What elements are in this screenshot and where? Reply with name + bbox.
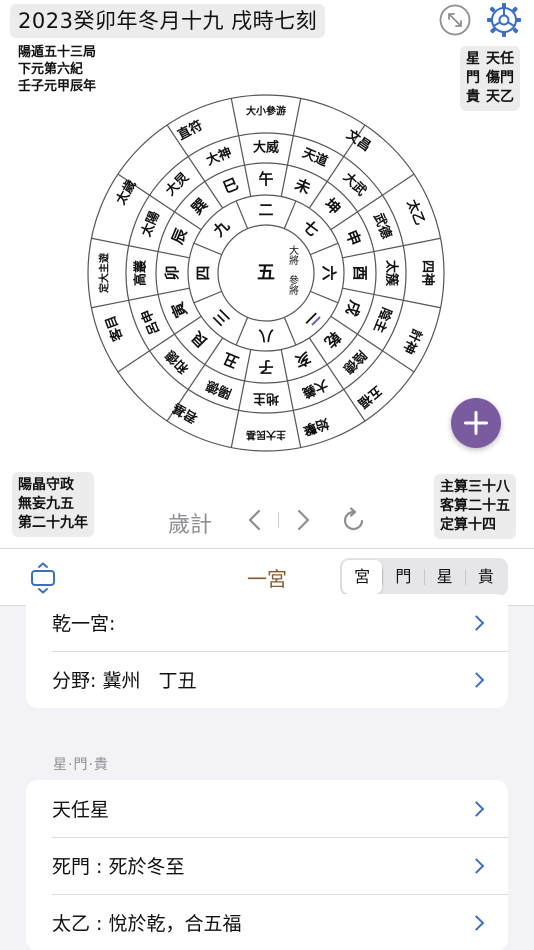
outer-spirit-label: 大小參游 — [246, 105, 286, 118]
spirit-label: 太簇 — [384, 259, 400, 287]
outer-spirit-label: 直符 — [175, 117, 205, 143]
list-item-label: 死門 : 死於冬至 — [52, 856, 185, 878]
branch-label: 未 — [291, 175, 314, 198]
branch-label: 乾 — [321, 328, 344, 351]
branch-label: 酉 — [351, 265, 369, 280]
center-number: 五 — [257, 263, 275, 284]
sector-divider — [193, 242, 222, 256]
center-general: 參將 — [287, 274, 299, 296]
outer-spirit-label: 客目 — [102, 313, 126, 343]
list-item[interactable]: 分野: 冀州 丁丑 — [26, 651, 508, 708]
palace-number: 四 — [194, 265, 212, 280]
outer-spirit-label: 五福 — [355, 382, 385, 411]
star-gate-noble-card: 天任星 死門 : 死於冬至 太乙 : 悅於乾，合五福 — [26, 780, 508, 950]
palace-number: 九 — [209, 217, 233, 241]
spirit-label: 天道 — [300, 145, 330, 170]
outer-spirit-label: 計神 — [400, 326, 425, 356]
branch-label: 巳 — [220, 175, 241, 197]
outer-spirit-label: 主大民基 — [245, 429, 286, 442]
reign-info-line: 無妄九五 — [18, 496, 74, 512]
spirit-label: 太陽 — [138, 209, 163, 240]
list-item[interactable]: 太乙 : 悅於乾，合五福 — [26, 894, 508, 950]
list-item[interactable]: 天任星 — [26, 780, 508, 837]
outer-spirit-label: 太歲 — [112, 177, 139, 208]
list-item[interactable]: 死門 : 死於冬至 — [26, 837, 508, 894]
segment-gate[interactable]: 門 — [383, 560, 423, 594]
calculation-info: 主算三十八 客算二十五 定算十四 — [434, 474, 516, 539]
reign-info: 陽晶守政 無妄九五 第二十九年 — [12, 472, 94, 537]
branch-label: 戌 — [342, 298, 364, 319]
branch-label: 艮 — [187, 327, 211, 351]
branch-label: 寅 — [168, 299, 190, 320]
branch-label: 丑 — [220, 349, 241, 371]
palace-number: 七 — [299, 217, 322, 240]
chart-panel: 2023癸卯年冬月十九 戌時七刻 陽遁五十三局 下元第六紀 壬子元甲辰年 星 門… — [0, 0, 534, 548]
segment-palace[interactable]: 宮 — [342, 560, 383, 594]
branch-label: 申 — [342, 227, 364, 248]
list-item-label: 分野: 冀州 丁丑 — [52, 670, 197, 692]
palace-card: 乾一宮: 分野: 冀州 丁丑 — [26, 594, 508, 708]
reign-info-line: 陽晶守政 — [18, 477, 74, 493]
calc-line: 客算二十五 — [440, 498, 510, 514]
spirit-label: 大威 — [253, 140, 279, 156]
sector-divider — [283, 200, 297, 229]
outer-spirit-label: 太乙 — [403, 197, 428, 228]
sector-divider — [235, 317, 249, 346]
palace-number: 三 — [210, 306, 233, 329]
sector-divider — [310, 290, 339, 304]
outer-spirit-label: 始擊 — [300, 415, 331, 439]
chevron-right-icon — [468, 671, 485, 688]
reign-info-line: 第二十九年 — [18, 515, 88, 531]
calc-line: 主算三十八 — [440, 479, 510, 495]
mode-label[interactable]: 歲計 — [168, 507, 212, 539]
outer-spirit-label: 定大主遊 — [98, 253, 111, 293]
section-header: 星·門·貴 — [53, 757, 109, 773]
branch-label: 午 — [258, 170, 273, 188]
center-general: 大將 — [287, 244, 299, 266]
resize-vertical-icon[interactable] — [28, 562, 58, 594]
segmented-control: 宮 門 星 貴 — [340, 558, 508, 596]
add-button[interactable] — [451, 398, 501, 448]
list-item-label: 太乙 : 悅於乾，合五福 — [52, 913, 242, 935]
spirit-label: 武德 — [370, 211, 395, 241]
chevron-left-icon[interactable] — [240, 505, 270, 535]
segment-noble[interactable]: 貴 — [466, 560, 506, 594]
branch-label: 巽 — [188, 195, 211, 218]
branch-label: 坤 — [321, 195, 344, 218]
list-item[interactable]: 乾一宮: — [26, 594, 508, 651]
palace-number: 八 — [258, 327, 275, 345]
sector-divider — [310, 242, 339, 256]
chevron-right-icon[interactable] — [288, 505, 318, 535]
outer-spirit-label: 四神 — [420, 260, 436, 286]
branch-label: 卯 — [163, 265, 181, 280]
palace-number: 六 — [320, 265, 338, 280]
chevron-right-icon — [468, 614, 485, 631]
palace-number: 一 — [299, 306, 322, 329]
spirit-label: 呂申 — [138, 307, 163, 337]
taiyi-chart-wheel[interactable]: 五大將參將二七六一八三四九午 未坤申酉戌乾亥子丑艮寅卯辰巽巳大威 天道大武武德太簇陰… — [0, 0, 534, 470]
spirit-label: 陰主 — [370, 305, 395, 335]
sector-divider — [235, 200, 249, 229]
spirit-label: 高叢 — [133, 259, 149, 286]
list-item-label: 天任星 — [52, 799, 110, 821]
control-divider — [278, 512, 279, 528]
spirit-label: 大神 — [204, 144, 234, 169]
chevron-right-icon — [468, 857, 485, 874]
segment-star[interactable]: 星 — [425, 560, 465, 594]
branch-label: 辰 — [168, 225, 191, 247]
sector-divider — [283, 317, 297, 346]
spirit-label: 陽德 — [204, 377, 234, 402]
branch-label: 子 — [258, 358, 273, 376]
list-item-label: 乾一宮: — [52, 613, 116, 635]
refresh-icon[interactable] — [338, 504, 370, 536]
spirit-label: 大義 — [300, 376, 330, 401]
palace-number: 二 — [258, 201, 273, 219]
calc-line: 定算十四 — [440, 517, 496, 533]
chevron-right-icon — [468, 914, 485, 931]
sector-divider — [193, 290, 222, 304]
outer-spirit-label: 君基 — [169, 399, 200, 426]
chevron-right-icon — [468, 800, 485, 817]
spirit-label: 地主 — [253, 391, 279, 407]
branch-label: 亥 — [292, 348, 313, 370]
